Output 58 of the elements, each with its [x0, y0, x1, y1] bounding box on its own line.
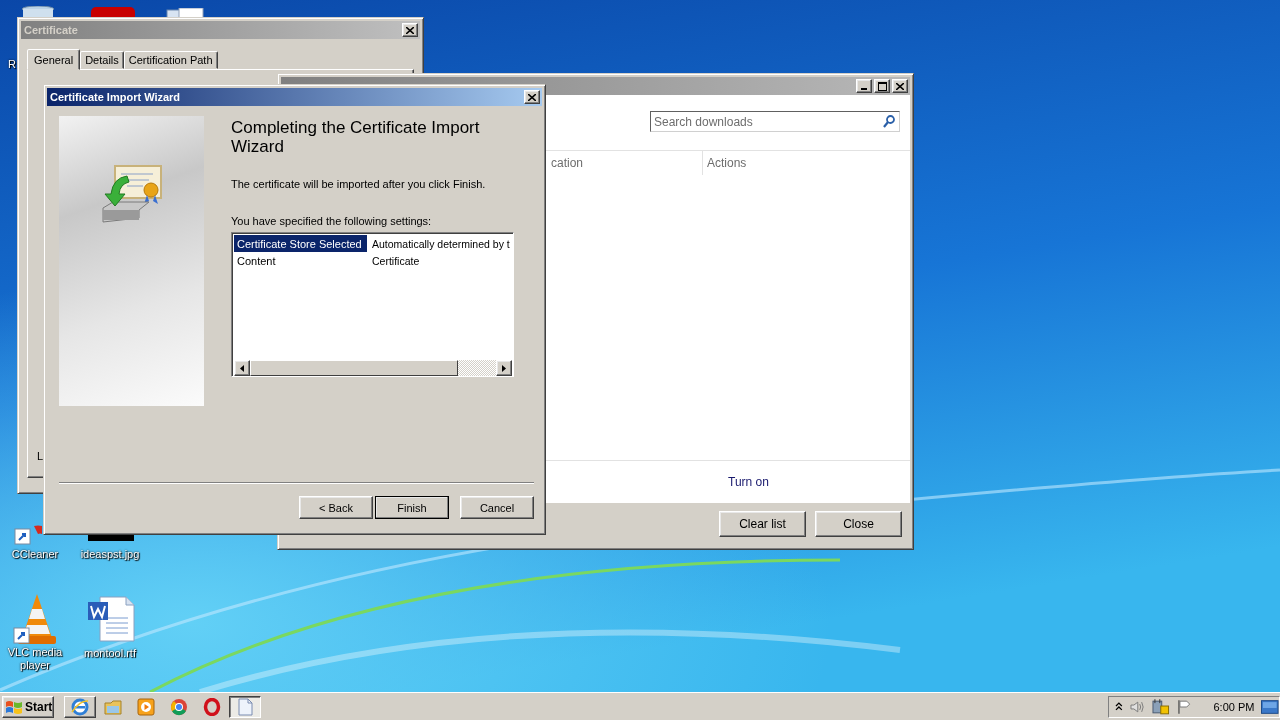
column-header[interactable]: cation [551, 156, 702, 170]
windows-logo-icon [5, 698, 23, 715]
turn-on-link[interactable]: Turn on [728, 475, 769, 489]
horizontal-scrollbar[interactable] [234, 360, 512, 376]
tab[interactable]: Details [80, 51, 124, 69]
clock[interactable]: 6:00 PM [1213, 700, 1255, 713]
maximize-icon [877, 81, 887, 91]
scroll-left-button[interactable] [234, 360, 250, 376]
list-cell-text: Automatically determined by t [371, 237, 510, 250]
scroll-right-button[interactable] [496, 360, 512, 376]
media-player-icon [137, 697, 155, 716]
chevron-up-icon[interactable] [1115, 702, 1123, 711]
list-cell[interactable]: Certificate Store Selected [234, 235, 367, 252]
app-icon [90, 7, 136, 17]
ring-icon [203, 697, 221, 716]
info-text: L [37, 450, 44, 462]
recycle-bin-icon [20, 6, 56, 17]
tab[interactable]: General [27, 49, 81, 70]
column-header[interactable]: Actions [702, 151, 747, 175]
dialog-button[interactable]: Clear list [719, 511, 806, 537]
document-icon[interactable] [88, 596, 136, 642]
settings-list[interactable]: Certificate Store Selected Automatically determined by t Content Certificate [231, 232, 514, 377]
dialog-button[interactable]: Cancel [460, 496, 534, 519]
maximize-button[interactable] [874, 79, 890, 93]
minimize-button[interactable] [856, 79, 872, 93]
close-icon [528, 93, 536, 101]
info-text: The certificate will be imported after you click Finish. [231, 178, 487, 191]
window-title: Certificate [24, 24, 79, 36]
dialog-button[interactable]: < Back [299, 496, 373, 519]
right-arrow-icon [502, 364, 506, 372]
close-button[interactable] [402, 23, 418, 37]
document-icon [236, 697, 254, 716]
dialog-button[interactable]: Finish [375, 496, 449, 519]
start-button[interactable]: Start [2, 695, 54, 718]
close-button[interactable] [524, 90, 540, 104]
folder-icon [104, 697, 122, 716]
left-arrow-icon [240, 364, 244, 372]
list-cell[interactable]: Content [234, 252, 367, 269]
window-title: Certificate Import Wizard [50, 91, 182, 103]
wizard-heading: Completing the Certificate Import Wizard [231, 118, 481, 156]
taskbar-button[interactable] [229, 695, 261, 718]
close-icon [896, 82, 904, 90]
scroll-thumb[interactable] [250, 360, 458, 376]
dialog-button[interactable]: Close [815, 511, 902, 537]
list-label: You have specified the following settings: [231, 215, 433, 228]
list-cell-text: Certificate [371, 254, 420, 267]
close-button[interactable] [892, 79, 908, 93]
close-icon [406, 26, 414, 34]
browser-icon [71, 697, 89, 716]
show-desktop-icon[interactable] [1261, 699, 1279, 714]
speaker-icon[interactable] [1129, 699, 1146, 714]
network-icon[interactable] [1152, 698, 1170, 715]
search-icon[interactable] [883, 115, 895, 128]
tab[interactable]: Certification Path [123, 51, 218, 69]
browser-icon [170, 697, 188, 716]
flag-icon[interactable] [1176, 698, 1193, 715]
search-field[interactable]: Search downloads [650, 111, 900, 132]
icon-label: R [8, 58, 16, 71]
